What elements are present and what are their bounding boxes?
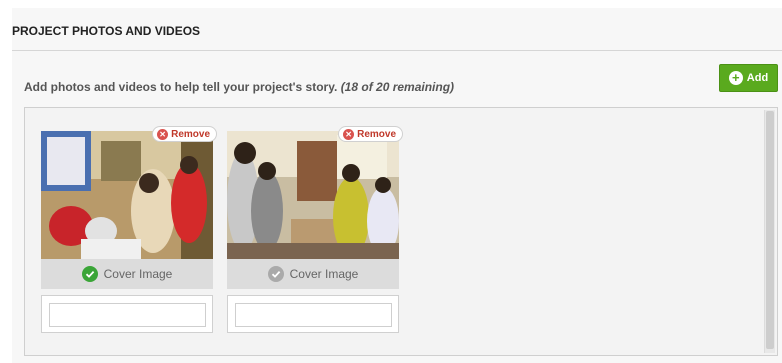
add-media-button[interactable]: + Add — [719, 64, 778, 92]
media-thumbnail[interactable] — [227, 131, 399, 259]
add-button-label: Add — [746, 72, 769, 84]
section-title: PROJECT PHOTOS AND VIDEOS — [12, 24, 201, 38]
x-circle-icon: ✕ — [343, 128, 355, 140]
remaining-count: (18 of 20 remaining) — [340, 80, 455, 94]
media-thumbnail[interactable] — [41, 131, 213, 259]
helper-text-main: Add photos and videos to help tell your … — [24, 80, 338, 94]
scrollbar-thumb[interactable] — [766, 111, 774, 349]
caption-container — [227, 295, 399, 333]
caption-input[interactable] — [235, 303, 392, 327]
check-circle-icon — [81, 266, 98, 282]
media-gallery: ✕ Remove Cover Image ✕ Remove Cover Imag… — [24, 107, 778, 356]
caption-input[interactable] — [49, 303, 206, 327]
caption-container — [41, 295, 213, 333]
photo-image — [41, 131, 213, 259]
photo-image — [227, 131, 399, 259]
remove-media-button[interactable]: ✕ Remove — [338, 126, 403, 142]
remove-label: Remove — [357, 128, 396, 140]
check-circle-icon — [267, 266, 284, 282]
x-circle-icon: ✕ — [157, 128, 169, 140]
cover-image-toggle[interactable]: Cover Image — [41, 259, 213, 289]
remove-media-button[interactable]: ✕ Remove — [152, 126, 217, 142]
cover-image-label: Cover Image — [103, 267, 173, 281]
cover-image-toggle[interactable]: Cover Image — [227, 259, 399, 289]
plus-circle-icon: + — [728, 71, 743, 85]
remove-label: Remove — [171, 128, 210, 140]
media-card: ✕ Remove Cover Image — [227, 126, 403, 289]
title-divider — [12, 50, 782, 51]
helper-text: Add photos and videos to help tell your … — [24, 80, 454, 94]
media-card: ✕ Remove Cover Image — [41, 126, 217, 289]
gallery-scrollbar[interactable] — [764, 110, 775, 353]
cover-image-label: Cover Image — [289, 267, 359, 281]
